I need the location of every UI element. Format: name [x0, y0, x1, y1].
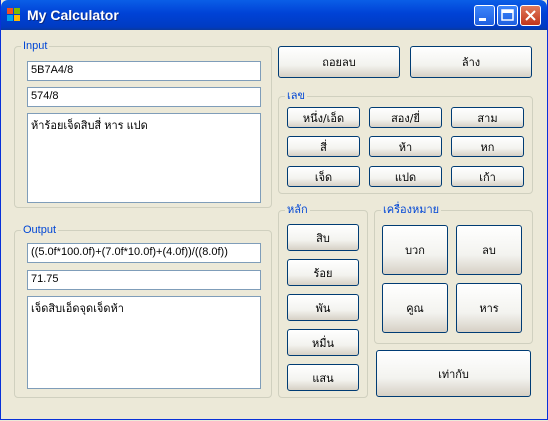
number-8-button[interactable]: แปด	[369, 166, 442, 187]
place-tens-button[interactable]: สิบ	[287, 224, 359, 251]
number-4-button[interactable]: สี่	[287, 136, 360, 157]
title-bar[interactable]: My Calculator	[1, 0, 547, 30]
multiply-button[interactable]: คูณ	[382, 283, 448, 333]
numbers-legend: เลข	[285, 90, 308, 102]
places-group: หลัก สิบ ร้อย พัน หมื่น แสน	[278, 204, 368, 398]
place-ten-thousands-button[interactable]: หมื่น	[287, 329, 359, 356]
output-legend: Output	[21, 224, 59, 236]
input-group: Input 5B7A4/8 574/8 ห้าร้อยเจ็ดสิบสี่ หา…	[14, 40, 272, 208]
number-1-button[interactable]: หนึ่ง/เอ็ด	[287, 107, 360, 128]
clear-button[interactable]: ล้าง	[410, 46, 532, 78]
input-legend: Input	[21, 40, 50, 52]
minimize-button[interactable]	[474, 5, 495, 26]
close-button[interactable]	[520, 5, 541, 26]
maximize-button[interactable]	[497, 5, 518, 26]
place-thousands-button[interactable]: พัน	[287, 294, 359, 321]
number-5-button[interactable]: ห้า	[369, 136, 442, 157]
number-9-button[interactable]: เก้า	[451, 166, 524, 187]
equals-button[interactable]: เท่ากับ	[376, 350, 531, 397]
close-icon	[525, 10, 536, 21]
place-hundreds-button[interactable]: ร้อย	[287, 259, 359, 286]
client-area: Input 5B7A4/8 574/8 ห้าร้อยเจ็ดสิบสี่ หา…	[5, 30, 543, 415]
app-icon	[7, 8, 20, 21]
minimize-icon	[479, 18, 486, 21]
place-hundred-thousands-button[interactable]: แสน	[287, 364, 359, 391]
number-6-button[interactable]: หก	[451, 136, 524, 157]
operators-group: เครื่องหมาย บวก ลบ คูณ หาร	[374, 204, 533, 344]
number-7-button[interactable]: เจ็ด	[287, 166, 360, 187]
calculator-window: My Calculator Input 5B7A4/8 574/8 ห้าร้อ…	[0, 0, 548, 420]
backspace-button[interactable]: ถอยลบ	[278, 46, 400, 78]
add-button[interactable]: บวก	[382, 225, 448, 275]
window-title: My Calculator	[27, 7, 119, 23]
output-expression-field[interactable]: ((5.0f*100.0f)+(7.0f*10.0f)+(4.0f))/((8.…	[27, 243, 261, 263]
output-group: Output ((5.0f*100.0f)+(7.0f*10.0f)+(4.0f…	[14, 224, 272, 398]
numbers-group: เลข หนึ่ง/เอ็ด สอง/ยี่ สาม สี่ ห้า หก เจ…	[278, 90, 533, 194]
maximize-icon	[501, 9, 514, 21]
number-3-button[interactable]: สาม	[451, 107, 524, 128]
divide-button[interactable]: หาร	[456, 283, 522, 333]
places-legend: หลัก	[285, 204, 310, 216]
operators-legend: เครื่องหมาย	[381, 204, 442, 216]
subtract-button[interactable]: ลบ	[456, 225, 522, 275]
input-text-area[interactable]: ห้าร้อยเจ็ดสิบสี่ หาร แปด	[27, 113, 261, 203]
input-expression-field[interactable]: 5B7A4/8	[27, 61, 261, 81]
input-numeric-field[interactable]: 574/8	[27, 87, 261, 107]
number-2-button[interactable]: สอง/ยี่	[369, 107, 442, 128]
output-result-field[interactable]: 71.75	[27, 270, 261, 290]
output-text-area[interactable]: เจ็ดสิบเอ็ดจุดเจ็ดห้า	[27, 296, 261, 389]
